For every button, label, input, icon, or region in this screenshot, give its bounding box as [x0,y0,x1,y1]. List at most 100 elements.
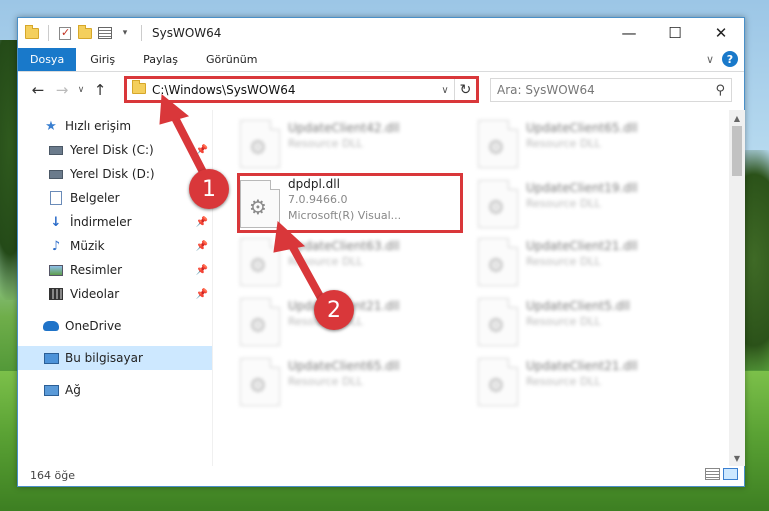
file-description: Resource DLL [526,315,601,328]
file-description: Resource DLL [526,375,601,388]
address-path[interactable]: C:\Windows\SysWOW64 [152,83,436,97]
search-icon[interactable]: ⚲ [715,83,725,98]
sidebar-item-label: OneDrive [65,319,122,333]
dll-file-icon [478,358,518,406]
tiles-view-icon[interactable] [723,468,738,480]
file-name: UpdateClient5.dll [526,299,630,313]
vertical-scrollbar[interactable]: ▲ ▼ [729,110,745,466]
file-description: Resource DLL [526,197,601,210]
documents-icon [48,190,64,206]
tab-view[interactable]: Görünüm [192,48,271,71]
tab-file[interactable]: Dosya [18,48,77,71]
file-item-dpdpl[interactable]: dpdpl.dll 7.0.9466.0 Microsoft(R) Visual… [234,174,464,234]
sidebar-item-label: Resimler [70,263,123,277]
dll-file-icon [240,120,280,168]
tab-share[interactable]: Paylaş [129,48,192,71]
window-controls: — ☐ ✕ [606,18,744,48]
properties-icon[interactable] [97,26,113,40]
file-name: UpdateClient42.dll [288,121,400,135]
up-arrow-icon[interactable]: ↑ [88,78,112,102]
sidebar-item-label: İndirmeler [70,215,132,229]
dll-file-icon [478,180,518,228]
file-item[interactable]: UpdateClient42.dll Resource DLL [234,114,464,174]
dll-file-icon [478,298,518,346]
refresh-icon[interactable]: ↻ [454,79,476,101]
pin-icon[interactable]: 📌 [196,217,208,228]
sidebar-item-network[interactable]: Ağ [18,378,212,402]
pin-icon[interactable]: 📌 [196,145,208,156]
dll-file-icon [478,120,518,168]
new-folder-icon[interactable] [77,24,93,40]
close-button[interactable]: ✕ [698,18,744,48]
window-title: SysWOW64 [152,26,222,40]
sidebar-item-label: Ağ [65,383,81,397]
checkbox-icon[interactable] [57,26,73,40]
search-box[interactable]: Ara: SysWOW64 ⚲ [490,78,732,102]
file-name: UpdateClient21.dll [526,239,638,253]
sidebar-item-local-disk-c[interactable]: Yerel Disk (C:) 📌 [18,138,212,162]
file-item[interactable]: UpdateClient65.dll Resource DLL [234,352,464,412]
explorer-window: ▾ SysWOW64 — ☐ ✕ Dosya Giriş Paylaş Görü… [17,17,745,487]
folder-icon [132,80,146,97]
back-arrow-icon[interactable]: ← [26,78,50,102]
dll-file-icon [240,238,280,286]
drive-icon [48,166,64,182]
sidebar-item-music[interactable]: ♪ Müzik 📌 [18,234,212,258]
dll-file-icon [478,238,518,286]
file-item[interactable]: UpdateClient19.dll Resource DLL [472,174,702,234]
pin-icon[interactable]: 📌 [196,265,208,276]
sidebar-item-pictures[interactable]: Resimler 📌 [18,258,212,282]
file-description: Resource DLL [288,255,363,268]
sidebar-item-videos[interactable]: Videolar 📌 [18,282,212,306]
pin-icon[interactable]: 📌 [196,241,208,252]
sidebar-item-label: Belgeler [70,191,120,205]
sidebar-item-label: Hızlı erişim [65,119,132,133]
scroll-thumb[interactable] [732,126,742,176]
maximize-button[interactable]: ☐ [652,18,698,48]
sidebar-item-quick-access[interactable]: ★ Hızlı erişim [18,114,212,138]
sidebar-item-documents[interactable]: Belgeler [18,186,212,210]
navigation-bar: ← → ∨ ↑ C:\Windows\SysWOW64 ∨ ↻ Ara: Sys… [18,72,744,108]
file-description: Resource DLL [288,375,363,388]
file-name: UpdateClient21.dll [526,359,638,373]
pin-icon[interactable]: 📌 [196,289,208,300]
star-icon: ★ [45,118,57,134]
chevron-down-icon[interactable]: ∨ [436,85,454,96]
scroll-up-icon[interactable]: ▲ [729,110,745,126]
music-icon: ♪ [51,238,61,254]
file-description: Resource DLL [526,255,601,268]
title-bar: ▾ SysWOW64 — ☐ ✕ [18,18,744,48]
file-item[interactable]: UpdateClient65.dll Resource DLL [472,114,702,174]
file-list: UpdateClient42.dll Resource DLL UpdateCli… [214,110,729,466]
file-name: UpdateClient65.dll [288,359,400,373]
sidebar-item-label: Yerel Disk (D:) [70,167,155,181]
forward-arrow-icon[interactable]: → [50,78,74,102]
tab-home[interactable]: Giriş [76,48,129,71]
sidebar-item-label: Yerel Disk (C:) [70,143,154,157]
address-bar[interactable]: C:\Windows\SysWOW64 ∨ ↻ [125,78,477,102]
sidebar-item-onedrive[interactable]: OneDrive [18,314,212,338]
search-input[interactable]: Ara: SysWOW64 [497,83,715,97]
sidebar-item-label: Bu bilgisayar [65,351,143,365]
quick-access-toolbar: ▾ [18,24,146,41]
sidebar-item-this-pc[interactable]: Bu bilgisayar [18,346,212,370]
details-view-icon[interactable] [705,468,720,480]
sidebar-item-local-disk-d[interactable]: Yerel Disk (D:) [18,162,212,186]
file-description: Microsoft(R) Visual... [288,209,402,222]
file-item[interactable]: UpdateClient63.dll Resource DLL [234,232,464,292]
sidebar-item-downloads[interactable]: ↓ İndirmeler 📌 [18,210,212,234]
ribbon-tabs: Dosya Giriş Paylaş Görünüm ∨ ? [18,48,744,72]
minimize-button[interactable]: — [606,18,652,48]
file-item[interactable]: UpdateClient21.dll Resource DLL [472,232,702,292]
help-icon[interactable]: ? [722,51,738,67]
item-count: 164 öğe [30,468,75,482]
expand-ribbon-icon[interactable]: ∨ [706,53,714,66]
step-marker-2: 2 [314,290,354,330]
folder-icon [24,24,40,40]
dll-file-icon [240,298,280,346]
recent-locations-chevron-icon[interactable]: ∨ [74,78,88,102]
videos-icon [48,286,64,302]
file-item[interactable]: UpdateClient5.dll Resource DLL [472,292,702,352]
chevron-down-icon[interactable]: ▾ [117,26,133,40]
file-item[interactable]: UpdateClient21.dll Resource DLL [472,352,702,412]
